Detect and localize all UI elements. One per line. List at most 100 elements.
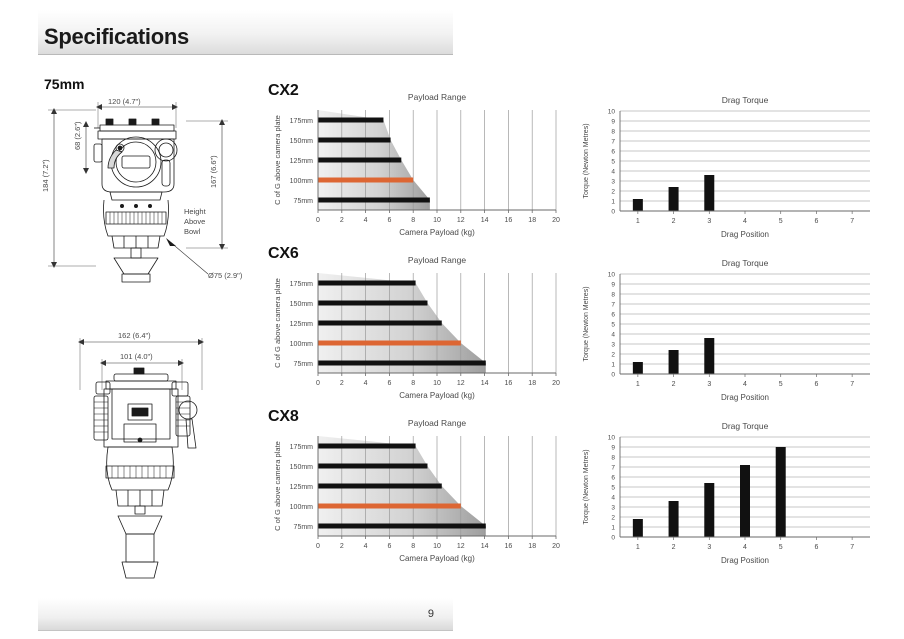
torque-bar-3 — [704, 338, 715, 374]
payload-bar-125mm — [318, 157, 402, 163]
payload-bar-75mm — [318, 360, 486, 366]
torque-ytick-6: 6 — [611, 149, 615, 156]
payload-xtick-8: 8 — [411, 380, 415, 387]
torque-xtick-3: 3 — [707, 218, 711, 225]
torque-ytick-9: 9 — [611, 119, 615, 126]
torque-xtick-6: 6 — [814, 218, 818, 225]
payload-ytick-125mm: 125mm — [290, 321, 314, 328]
torque-ytick-5: 5 — [611, 485, 615, 492]
torque-ytick-5: 5 — [611, 322, 615, 329]
payload-ytick-75mm: 75mm — [294, 198, 314, 205]
payload-bar-150mm — [318, 300, 428, 306]
torque-ytick-1: 1 — [611, 525, 615, 532]
payload-bar-175mm — [318, 280, 416, 286]
payload-bar-100mm — [318, 503, 461, 509]
payload-ytick-150mm: 150mm — [290, 138, 314, 145]
torque-xtick-4: 4 — [743, 381, 747, 388]
torque-ytick-7: 7 — [611, 465, 615, 472]
torque-xtick-1: 1 — [636, 218, 640, 225]
specifications-page: Specifications 75mm 120 (4.7") 68 (2.6")… — [0, 0, 904, 639]
dim-upper-height-text: 68 (2.6") — [73, 121, 82, 150]
note-line-1: Height — [184, 207, 207, 216]
payload-xtick-20: 20 — [552, 543, 560, 550]
torque-ytick-4: 4 — [611, 495, 615, 502]
payload-xtick-0: 0 — [316, 217, 320, 224]
payload-xtick-18: 18 — [528, 380, 536, 387]
payload-xtick-4: 4 — [364, 217, 368, 224]
payload-xaxis-label: Camera Payload (kg) — [399, 228, 475, 237]
payload-ytick-100mm: 100mm — [290, 178, 314, 185]
torque-xtick-5: 5 — [779, 218, 783, 225]
payload-xtick-18: 18 — [528, 543, 536, 550]
head-rear-view-drawing: 162 (6.4") 101 (4.0") — [36, 330, 264, 586]
torque-ytick-9: 9 — [611, 282, 615, 289]
payload-ytick-175mm: 175mm — [290, 281, 314, 288]
torque-xtick-2: 2 — [672, 544, 676, 551]
torque-ytick-2: 2 — [611, 189, 615, 196]
payload-xtick-10: 10 — [433, 217, 441, 224]
payload-bar-100mm — [318, 177, 414, 183]
torque-xtick-7: 7 — [850, 381, 854, 388]
torque-xaxis-label: Drag Position — [721, 230, 769, 239]
payload-yaxis-label: C of G above camera plate — [273, 441, 282, 531]
payload-ytick-100mm: 100mm — [290, 504, 314, 511]
payload-bar-125mm — [318, 320, 442, 326]
dim-height-above-bowl-text: 167 (6.6") — [209, 155, 218, 188]
payload-xtick-10: 10 — [433, 543, 441, 550]
payload-range-chart-cx8: Payload Range 175mm 150mm 125mm 100mm 75mm 0 2 4… — [268, 414, 563, 569]
payload-ytick-75mm: 75mm — [294, 524, 314, 531]
payload-xtick-2: 2 — [340, 380, 344, 387]
payload-xtick-16: 16 — [505, 380, 513, 387]
note-line-3: Bowl — [184, 227, 201, 236]
torque-xtick-5: 5 — [779, 381, 783, 388]
torque-yaxis-label: Torque (Newton Metres) — [583, 123, 590, 198]
payload-ytick-75mm: 75mm — [294, 361, 314, 368]
torque-ytick-6: 6 — [611, 312, 615, 319]
payload-xtick-8: 8 — [411, 543, 415, 550]
payload-ytick-100mm: 100mm — [290, 341, 314, 348]
payload-xtick-16: 16 — [505, 217, 513, 224]
dim-inner-width-text: 101 (4.0") — [120, 352, 153, 361]
torque-ytick-4: 4 — [611, 169, 615, 176]
torque-ytick-1: 1 — [611, 199, 615, 206]
payload-xtick-14: 14 — [481, 217, 489, 224]
dim-overall-height-text: 184 (7.2") — [41, 159, 50, 192]
payload-bar-100mm — [318, 340, 461, 346]
payload-yaxis-label: C of G above camera plate — [273, 115, 282, 205]
payload-ytick-150mm: 150mm — [290, 464, 314, 471]
payload-xaxis-label: Camera Payload (kg) — [399, 554, 475, 563]
torque-ytick-7: 7 — [611, 139, 615, 146]
torque-xaxis-label: Drag Position — [721, 393, 769, 402]
payload-xtick-12: 12 — [457, 217, 465, 224]
torque-xtick-4: 4 — [743, 218, 747, 225]
torque-chart-title: Drag Torque — [722, 421, 769, 431]
payload-xtick-4: 4 — [364, 543, 368, 550]
torque-ytick-4: 4 — [611, 332, 615, 339]
torque-ytick-2: 2 — [611, 515, 615, 522]
payload-ytick-125mm: 125mm — [290, 484, 314, 491]
torque-ytick-8: 8 — [611, 129, 615, 136]
torque-yaxis-label: Torque (Newton Metres) — [583, 286, 590, 361]
payload-xtick-0: 0 — [316, 543, 320, 550]
payload-xtick-20: 20 — [552, 217, 560, 224]
torque-ytick-10: 10 — [608, 435, 616, 442]
payload-xtick-2: 2 — [340, 543, 344, 550]
torque-xaxis-label: Drag Position — [721, 556, 769, 565]
payload-bar-125mm — [318, 483, 442, 489]
payload-range-chart-cx2: Payload Range 175mm 150mm 125mm 100mm 75mm 0 2 4… — [268, 88, 563, 243]
torque-ytick-7: 7 — [611, 302, 615, 309]
torque-chart-title: Drag Torque — [722, 258, 769, 268]
torque-ytick-0: 0 — [611, 209, 615, 216]
payload-xtick-6: 6 — [387, 380, 391, 387]
torque-ytick-10: 10 — [608, 109, 616, 116]
torque-bar-5 — [775, 447, 786, 537]
payload-xtick-16: 16 — [505, 543, 513, 550]
torque-bar-3 — [704, 175, 715, 211]
payload-xtick-12: 12 — [457, 380, 465, 387]
torque-xtick-3: 3 — [707, 381, 711, 388]
torque-ytick-0: 0 — [611, 372, 615, 379]
torque-xtick-1: 1 — [636, 544, 640, 551]
payload-yaxis-label: C of G above camera plate — [273, 278, 282, 368]
payload-chart-title: Payload Range — [408, 92, 466, 102]
torque-xtick-7: 7 — [850, 218, 854, 225]
